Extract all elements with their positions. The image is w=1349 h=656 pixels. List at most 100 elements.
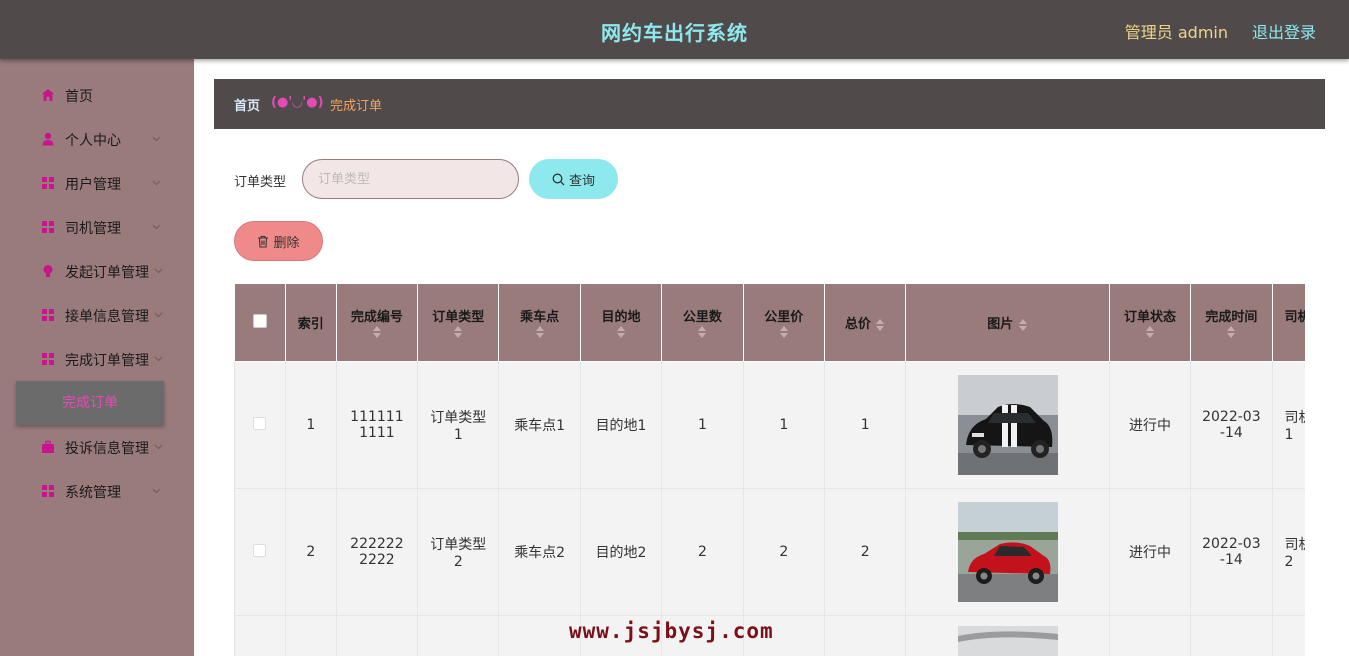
- column-header-image[interactable]: 图片: [905, 283, 1110, 362]
- sort-icon[interactable]: [1018, 318, 1028, 332]
- column-header-destination[interactable]: 目的地: [579, 283, 663, 362]
- cell-status: 进行中: [1108, 488, 1192, 616]
- sort-icon[interactable]: [453, 325, 463, 339]
- sidebar-item-label: 首页: [65, 89, 93, 105]
- sidebar-item-orders-initiated[interactable]: 发起订单管理: [0, 260, 194, 284]
- cell-status: 进行中: [1108, 361, 1192, 489]
- sidebar: 首页 个人中心 用户管理 司机管理 发起订单管理 接单信息管理 完成订单管理 完…: [0, 59, 194, 656]
- cell-destination: 目的地2: [579, 488, 663, 616]
- orders-table-container: 索引 完成编号 订单类型 乘车点 目的地 公里数 公里价 总价 图片 订单状态 …: [234, 283, 1305, 656]
- breadcrumb-home[interactable]: 首页: [234, 95, 260, 114]
- cell-pickup: 乘车点1: [498, 361, 581, 489]
- cell-km: 2: [661, 488, 744, 616]
- cell-total: 2: [823, 488, 907, 616]
- sort-icon[interactable]: [1226, 325, 1236, 339]
- grid-icon: [42, 177, 54, 189]
- row-select-cell: [234, 361, 286, 489]
- cell-pickup: 乘车点2: [498, 488, 581, 616]
- sidebar-item-completed-orders[interactable]: 完成订单管理: [0, 348, 194, 372]
- top-bar: 网约车出行系统 管理员 admin 退出登录: [0, 0, 1349, 59]
- sidebar-item-label: 司机管理: [65, 221, 121, 237]
- grid-icon: [42, 353, 54, 365]
- grid-icon: [42, 221, 54, 233]
- sort-icon[interactable]: [535, 325, 545, 339]
- row-select-cell: [234, 488, 286, 616]
- sidebar-item-system[interactable]: 系统管理: [0, 480, 194, 504]
- column-header-km[interactable]: 公里数: [661, 283, 744, 362]
- sidebar-subitem-completed-order[interactable]: 完成订单: [16, 381, 164, 425]
- cell-index: 1: [284, 361, 337, 489]
- column-header-driver[interactable]: 司机账号: [1271, 283, 1305, 362]
- sidebar-item-label: 接单信息管理: [65, 309, 149, 325]
- cell-destination: 目的地1: [579, 361, 663, 489]
- cell-total: 1: [823, 361, 907, 489]
- sidebar-item-accepted-orders[interactable]: 接单信息管理: [0, 304, 194, 328]
- search-label: 订单类型: [234, 175, 287, 190]
- cell-km: 1: [661, 361, 744, 489]
- sidebar-item-label: 用户管理: [65, 177, 121, 193]
- sort-icon[interactable]: [372, 325, 382, 339]
- sort-icon[interactable]: [779, 325, 789, 339]
- search-input[interactable]: [302, 159, 519, 199]
- sort-icon[interactable]: [875, 318, 885, 332]
- trash-icon: [258, 235, 269, 248]
- column-header-total[interactable]: 总价: [823, 283, 907, 362]
- select-all-checkbox[interactable]: [252, 313, 267, 328]
- row-checkbox[interactable]: [253, 543, 267, 557]
- sidebar-item-home[interactable]: 首页: [0, 84, 194, 108]
- sidebar-item-label: 个人中心: [65, 133, 121, 149]
- row-checkbox[interactable]: [253, 416, 267, 430]
- cell-type: 订单类型1: [417, 361, 500, 489]
- chevron-down-icon: [152, 488, 161, 494]
- column-header-km-price[interactable]: 公里价: [742, 283, 825, 362]
- cell-image: [905, 361, 1110, 489]
- delete-button[interactable]: 删除: [234, 221, 323, 261]
- column-header-status[interactable]: 订单状态: [1108, 283, 1192, 362]
- chevron-down-icon: [154, 356, 163, 362]
- user-icon: [42, 132, 54, 146]
- cell-number: 2222222222: [335, 488, 419, 616]
- orders-table: 索引 完成编号 订单类型 乘车点 目的地 公里数 公里价 总价 图片 订单状态 …: [234, 283, 1305, 656]
- cell-index: 2: [284, 488, 337, 616]
- car-photo-partial[interactable]: [957, 626, 1058, 656]
- sidebar-item-label: 系统管理: [65, 485, 121, 501]
- cell-time: 2022-03-14: [1190, 361, 1273, 489]
- watermark: www.jsjbysj.com: [569, 619, 774, 643]
- chevron-down-icon: [152, 224, 161, 230]
- sidebar-item-drivers[interactable]: 司机管理: [0, 216, 194, 240]
- table-row: 1 1111111111 订单类型1 乘车点1 目的地1 1 1 1 进行中 2…: [234, 361, 1305, 489]
- grid-icon: [42, 485, 54, 497]
- query-button-label: 查询: [568, 173, 595, 189]
- column-header-index: 索引: [284, 283, 337, 362]
- briefcase-icon: [42, 440, 54, 453]
- sort-icon[interactable]: [616, 325, 626, 339]
- chevron-down-icon: [154, 268, 163, 274]
- sort-icon[interactable]: [1145, 325, 1155, 339]
- logout-link[interactable]: 退出登录: [1252, 19, 1316, 43]
- admin-user-label: 管理员 admin: [1124, 23, 1228, 42]
- delete-button-label: 删除: [273, 235, 300, 251]
- sidebar-item-complaints[interactable]: 投诉信息管理: [0, 436, 194, 460]
- query-button[interactable]: 查询: [529, 159, 618, 199]
- column-header-time[interactable]: 完成时间: [1190, 283, 1273, 362]
- column-header-number[interactable]: 完成编号: [335, 283, 419, 362]
- car-photo-black[interactable]: [957, 375, 1058, 475]
- bulb-icon: [43, 265, 53, 277]
- column-header-type[interactable]: 订单类型: [417, 283, 500, 362]
- sidebar-item-profile[interactable]: 个人中心: [0, 128, 194, 152]
- sidebar-item-users[interactable]: 用户管理: [0, 172, 194, 196]
- column-header-pickup[interactable]: 乘车点: [498, 283, 581, 362]
- chevron-down-icon: [154, 312, 163, 318]
- sidebar-item-label: 发起订单管理: [65, 265, 149, 281]
- cell-time: 2022-03-14: [1190, 488, 1273, 616]
- cell-type: 订单类型2: [417, 488, 500, 616]
- sort-icon[interactable]: [697, 325, 707, 339]
- cell-number: 1111111111: [335, 361, 419, 489]
- table-row: 2 2222222222 订单类型2 乘车点2 目的地2 2 2 2 进行中 2…: [234, 488, 1305, 616]
- cell-image: [905, 615, 1110, 656]
- breadcrumb-current: 完成订单: [330, 99, 383, 114]
- breadcrumb-separator: (●'◡'●): [271, 95, 324, 110]
- car-photo-red[interactable]: [957, 502, 1058, 602]
- grid-icon: [42, 309, 54, 321]
- select-all-cell: [234, 283, 286, 362]
